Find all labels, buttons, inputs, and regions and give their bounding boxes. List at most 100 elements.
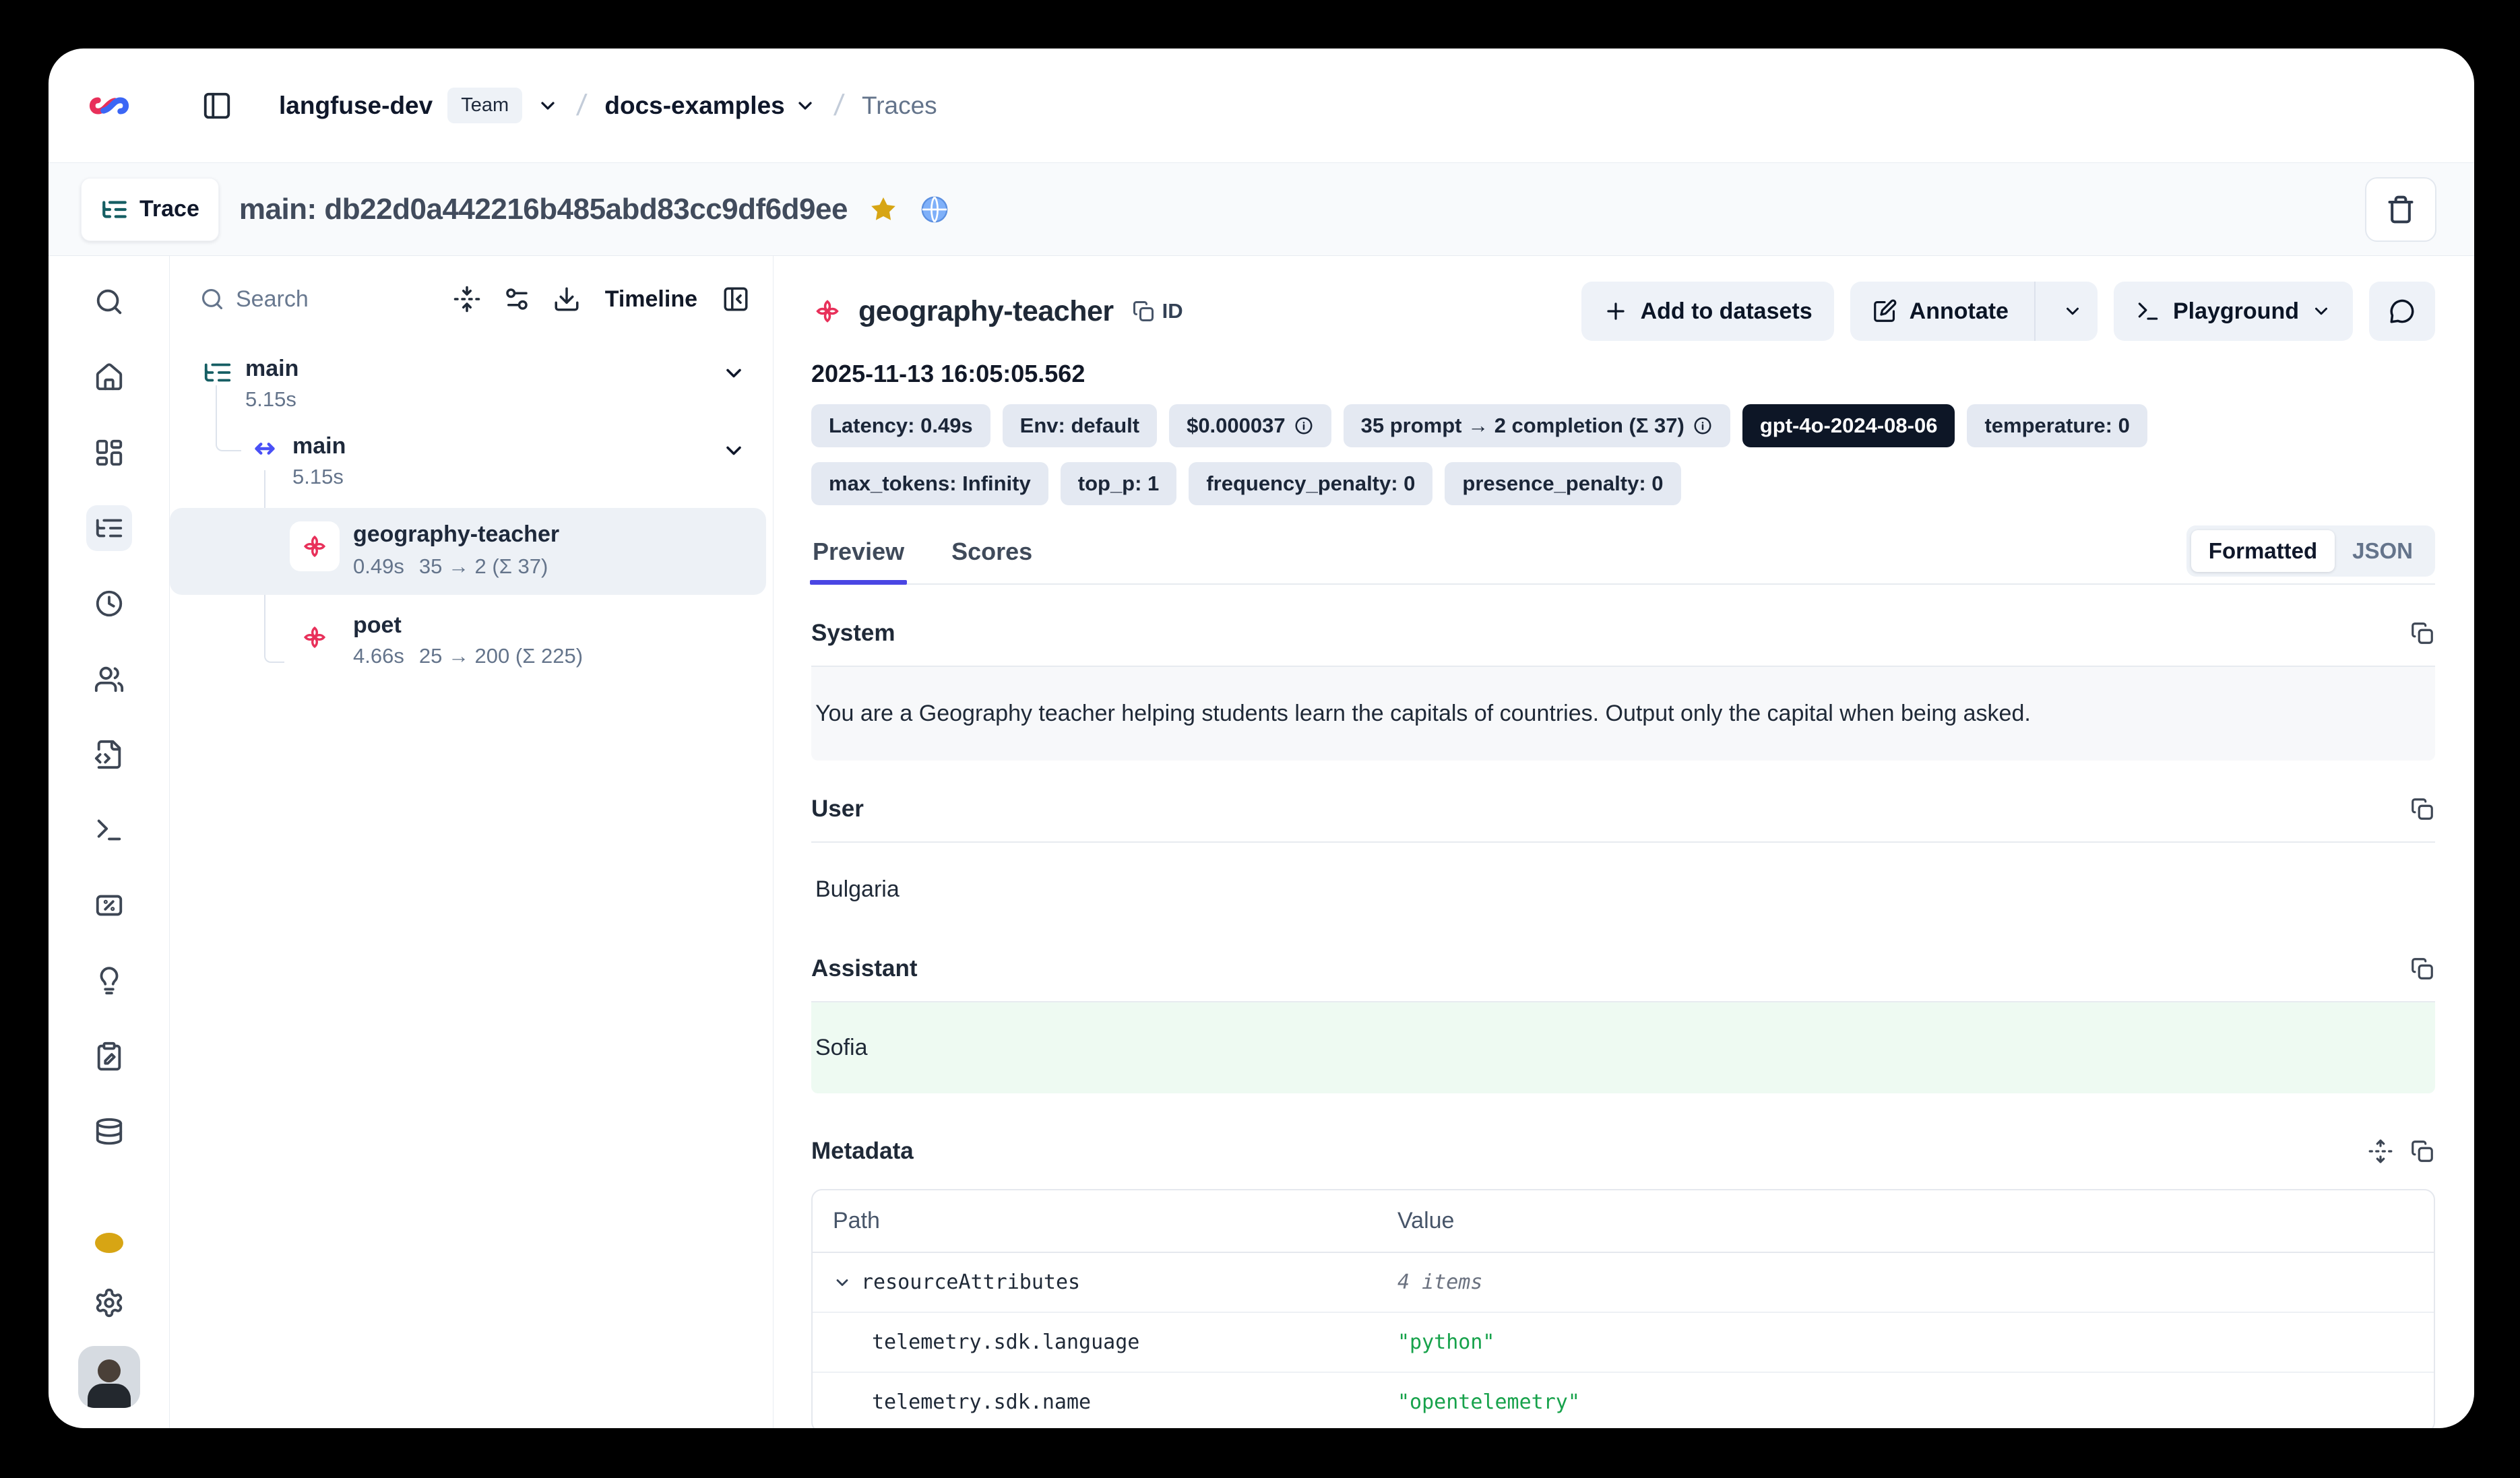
delete-trace-button[interactable]: [2365, 177, 2436, 242]
tree-row-label: geography-teacher: [353, 521, 559, 548]
rail-item-home[interactable]: [86, 354, 132, 400]
star-icon: [868, 194, 899, 225]
file-code-icon: [94, 739, 125, 770]
rail-item-datasets[interactable]: [86, 1109, 132, 1155]
tree-row-collapse-chevron[interactable]: [722, 439, 746, 463]
generation-icon: [811, 295, 844, 327]
copy-section-button[interactable]: [2409, 956, 2435, 982]
bookmark-star-button[interactable]: [868, 194, 899, 225]
rail-item-prompts[interactable]: [86, 732, 132, 777]
section-label: docs-examples: [604, 92, 784, 120]
app-window: langfuse-dev Team / docs-examples / Trac…: [49, 49, 2474, 1428]
rail-item-evaluation[interactable]: [86, 882, 132, 928]
collapse-panel-button[interactable]: [722, 285, 750, 313]
public-link-button[interactable]: [919, 194, 950, 225]
observation-detail-panel: geography-teacher ID Add to datasets Ann…: [774, 256, 2474, 1428]
trace-tree: main 5.15s main 5.15s: [170, 342, 773, 678]
toggle-formatted[interactable]: Formatted: [2191, 530, 2335, 572]
tree-row-trace-main[interactable]: main 5.15s: [170, 348, 773, 421]
annotate-split-button[interactable]: Annotate: [1850, 282, 2098, 341]
body-row: Timeline main 5.15s: [49, 256, 2474, 1428]
rail-item-dashboards[interactable]: [86, 430, 132, 476]
observation-header: geography-teacher ID Add to datasets Ann…: [811, 282, 2435, 341]
section-assistant: Assistant Sofia: [811, 955, 2435, 1093]
presence-penalty-badge: presence_penalty: 0: [1445, 462, 1680, 505]
metadata-value: "python": [1397, 1330, 1495, 1354]
tree-row-collapse-chevron[interactable]: [722, 361, 746, 385]
copy-section-button[interactable]: [2409, 796, 2435, 822]
percent-card-icon: [94, 890, 125, 921]
rail-item-search[interactable]: [86, 279, 132, 325]
tree-row-label: poet: [353, 612, 583, 639]
copy-icon: [2409, 620, 2435, 646]
rail-item-playground[interactable]: [86, 807, 132, 853]
collapse-all-button[interactable]: [453, 285, 481, 313]
copy-section-button[interactable]: [2409, 620, 2435, 646]
generation-icon-chip: [290, 521, 340, 571]
search-icon: [94, 286, 125, 317]
project-name[interactable]: langfuse-dev: [279, 92, 433, 120]
info-icon[interactable]: [1693, 416, 1713, 436]
section-system: System You are a Geography teacher helpi…: [811, 620, 2435, 761]
list-tree-icon: [94, 513, 125, 544]
add-to-datasets-button[interactable]: Add to datasets: [1581, 282, 1834, 341]
sliders-icon: [503, 285, 531, 313]
trace-type-label: Trace: [139, 196, 199, 222]
collapse-group-chevron[interactable]: [833, 1273, 852, 1292]
rail-item-users[interactable]: [86, 656, 132, 702]
tree-row-span-main[interactable]: main 5.15s: [170, 422, 773, 499]
panel-left-icon: [201, 90, 232, 121]
breadcrumb-page[interactable]: Traces: [862, 92, 937, 120]
max-tokens-badge: max_tokens: Infinity: [811, 462, 1048, 505]
terminal-icon: [94, 814, 125, 845]
section-title: Assistant: [811, 955, 918, 982]
tree-row-generation-geography-teacher[interactable]: geography-teacher 0.49s 35 → 2 (Σ 37): [170, 508, 773, 595]
rail-item-settings[interactable]: [86, 1280, 132, 1326]
trace-header: Trace main: db22d0a442216b485abd83cc9df6…: [49, 163, 2474, 256]
tree-row-generation-poet[interactable]: poet 4.66s 25 → 200 (Σ 225): [170, 606, 773, 678]
tree-row-tokens: 25 → 200 (Σ 225): [419, 644, 583, 668]
playground-label: Playground: [2173, 298, 2299, 325]
metadata-row: telemetry.sdk.language "python": [813, 1313, 2434, 1373]
sidebar-toggle-button[interactable]: [197, 86, 237, 126]
copy-id-button[interactable]: ID: [1131, 299, 1183, 323]
playground-button[interactable]: Playground: [2114, 282, 2353, 341]
section-title: Metadata: [811, 1138, 914, 1165]
badges-row-1: Latency: 0.49s Env: default $0.000037 35…: [811, 404, 2435, 447]
users-icon: [94, 664, 125, 695]
tab-preview[interactable]: Preview: [811, 538, 906, 583]
badges-row-2: max_tokens: Infinity top_p: 1 frequency_…: [811, 462, 2435, 505]
rail-item-annotation[interactable]: [86, 1033, 132, 1079]
assistant-message-content: Sofia: [811, 1002, 2435, 1093]
tab-scores[interactable]: Scores: [950, 538, 1034, 583]
search-input[interactable]: [236, 286, 384, 313]
observation-actions: Add to datasets Annotate Playground: [1581, 282, 2435, 341]
project-switcher-chevron[interactable]: [537, 95, 559, 117]
rail-item-judge[interactable]: [86, 958, 132, 1004]
rail-item-traces[interactable]: [86, 505, 132, 551]
tree-settings-button[interactable]: [503, 285, 531, 313]
toggle-json[interactable]: JSON: [2335, 530, 2430, 572]
fold-vertical-icon: [453, 285, 481, 313]
langfuse-logo[interactable]: [49, 82, 170, 129]
info-icon[interactable]: [1294, 416, 1314, 436]
rail-item-sessions[interactable]: [86, 581, 132, 626]
breadcrumb-separator: /: [832, 89, 845, 123]
langfuse-logo-icon: [86, 82, 133, 129]
column-path: Path: [833, 1208, 880, 1234]
avatar[interactable]: [78, 1346, 140, 1408]
panel-left-close-icon: [722, 285, 750, 313]
copy-section-button[interactable]: [2409, 1138, 2435, 1164]
comment-button[interactable]: [2369, 282, 2435, 341]
breadcrumb-section[interactable]: docs-examples: [604, 92, 815, 120]
top-p-badge: top_p: 1: [1061, 462, 1177, 505]
expand-metadata-button[interactable]: [2368, 1138, 2393, 1164]
add-to-datasets-label: Add to datasets: [1641, 298, 1813, 325]
timeline-toggle[interactable]: Timeline: [605, 286, 697, 313]
list-tree-icon: [100, 195, 129, 224]
annotate-dropdown-chevron[interactable]: [2048, 282, 2098, 341]
tokens-badge: 35 prompt → 2 completion (Σ 37): [1344, 404, 1730, 447]
team-badge: Team: [447, 88, 522, 123]
tree-toolbar: Timeline: [170, 256, 773, 342]
download-button[interactable]: [553, 285, 581, 313]
